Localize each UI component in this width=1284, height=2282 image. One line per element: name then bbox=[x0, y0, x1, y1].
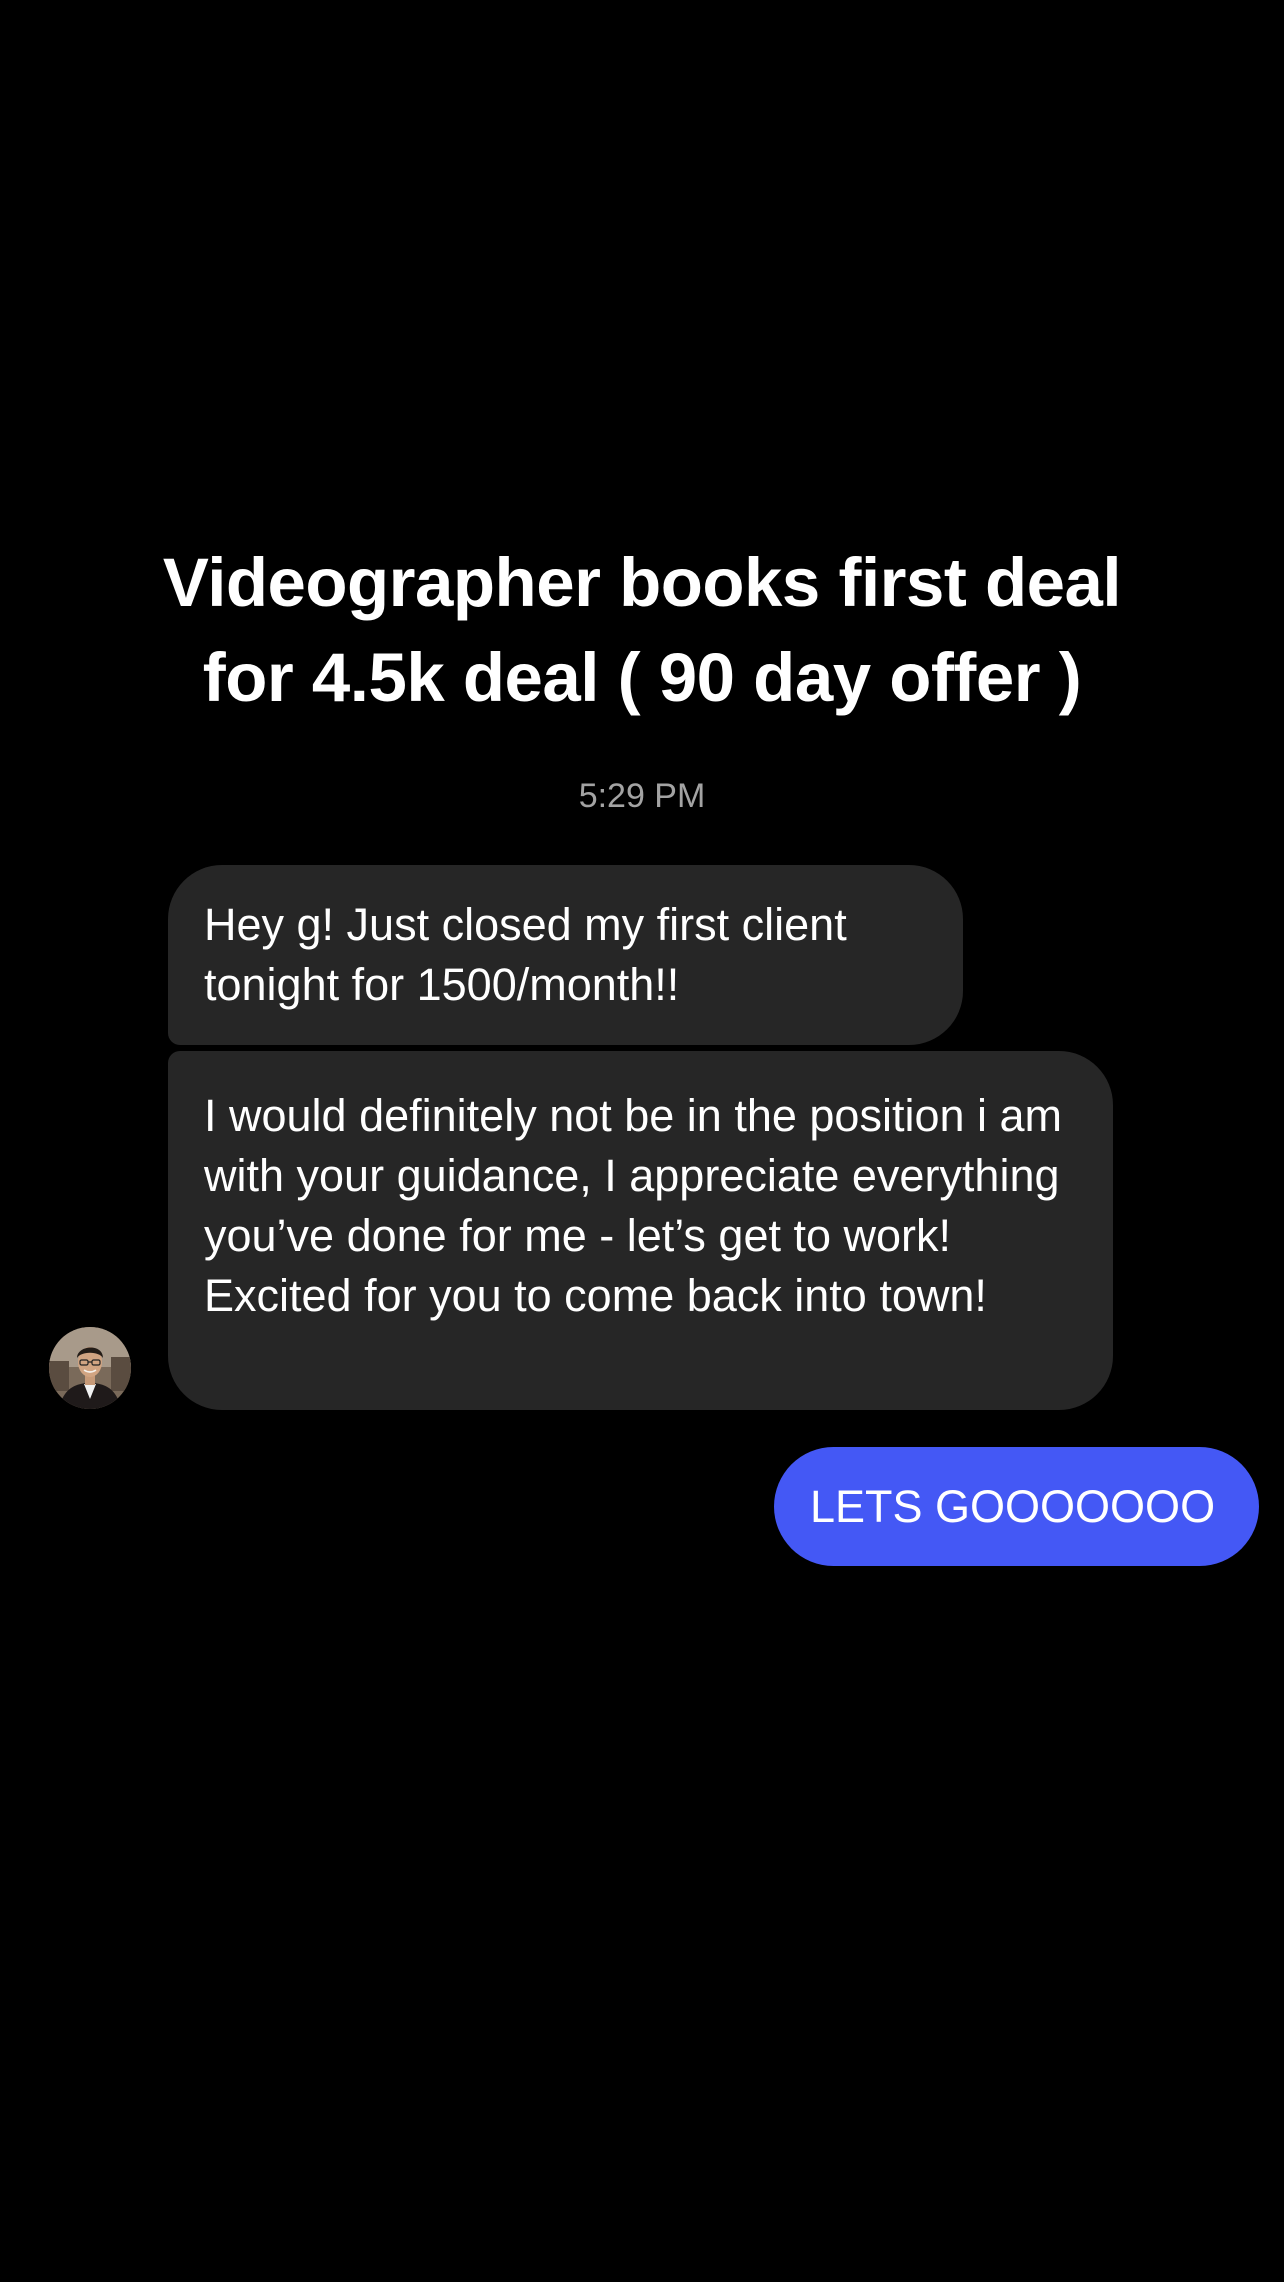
headline: Videographer books first deal for 4.5k d… bbox=[0, 535, 1284, 725]
avatar-photo-icon bbox=[49, 1327, 131, 1409]
message-text: LETS GOOOOOOO bbox=[810, 1481, 1216, 1532]
headline-line-2: for 4.5k deal ( 90 day offer ) bbox=[202, 639, 1082, 716]
outgoing-message-bubble[interactable]: LETS GOOOOOOO bbox=[774, 1447, 1259, 1566]
message-text: Hey g! Just closed my first client tonig… bbox=[204, 899, 847, 1010]
message-timestamp: 5:29 PM bbox=[578, 777, 706, 815]
sender-avatar[interactable] bbox=[49, 1327, 131, 1409]
incoming-message-bubble[interactable]: Hey g! Just closed my first client tonig… bbox=[168, 865, 963, 1045]
headline-line-1: Videographer books first deal bbox=[162, 544, 1122, 621]
incoming-message-bubble[interactable]: I would definitely not be in the positio… bbox=[168, 1051, 1113, 1410]
message-text: I would definitely not be in the positio… bbox=[204, 1090, 1063, 1321]
